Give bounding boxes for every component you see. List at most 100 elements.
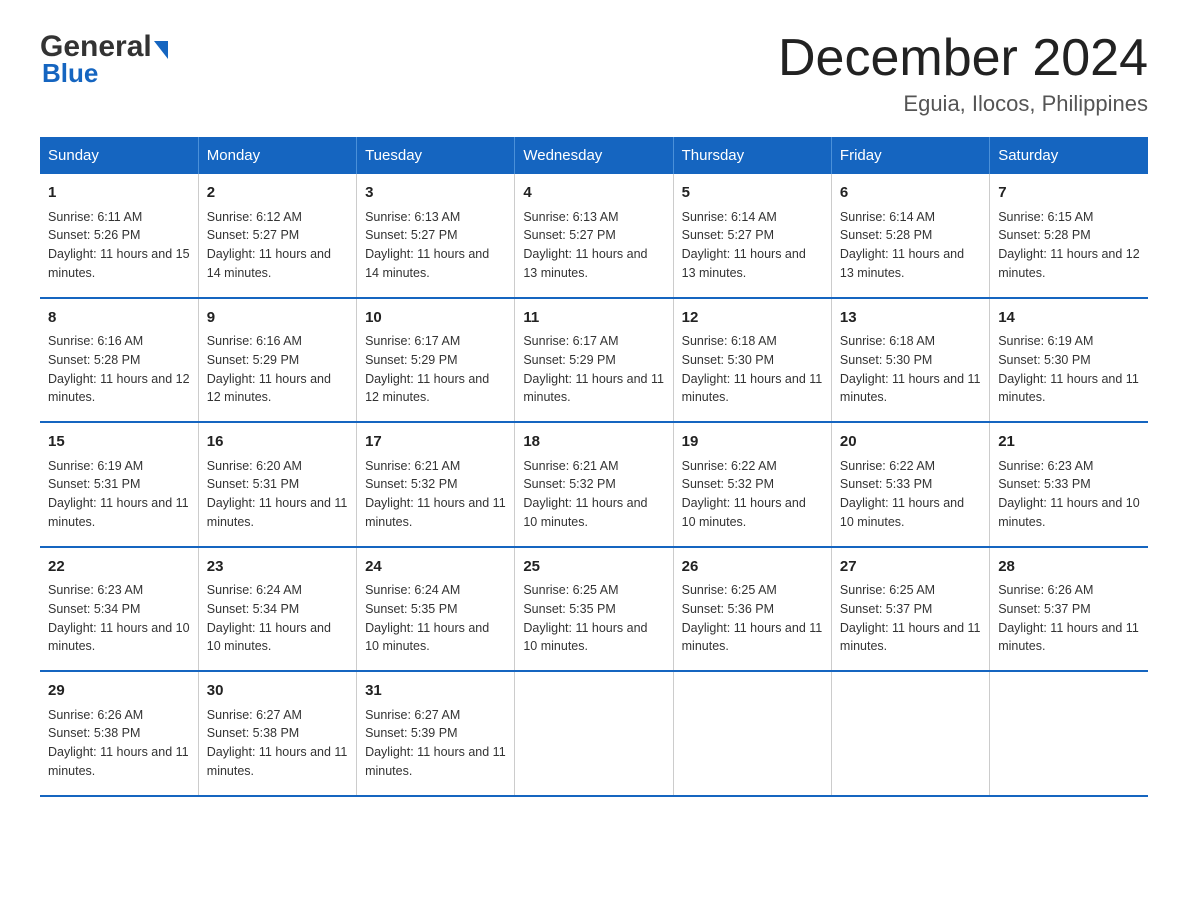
table-row: 15 Sunrise: 6:19 AM Sunset: 5:31 PM Dayl… xyxy=(40,422,198,547)
day-sunrise: Sunrise: 6:11 AM xyxy=(48,210,142,224)
day-daylight: Daylight: 11 hours and 11 minutes. xyxy=(207,496,348,529)
day-sunset: Sunset: 5:29 PM xyxy=(523,353,615,367)
day-sunrise: Sunrise: 6:24 AM xyxy=(207,583,302,597)
day-sunset: Sunset: 5:26 PM xyxy=(48,228,140,242)
table-row: 10 Sunrise: 6:17 AM Sunset: 5:29 PM Dayl… xyxy=(357,298,515,423)
day-sunset: Sunset: 5:35 PM xyxy=(365,602,457,616)
table-row: 29 Sunrise: 6:26 AM Sunset: 5:38 PM Dayl… xyxy=(40,671,198,796)
table-row: 23 Sunrise: 6:24 AM Sunset: 5:34 PM Dayl… xyxy=(198,547,356,672)
table-row: 24 Sunrise: 6:24 AM Sunset: 5:35 PM Dayl… xyxy=(357,547,515,672)
day-number: 29 xyxy=(48,680,190,703)
day-number: 11 xyxy=(523,307,664,330)
day-sunset: Sunset: 5:32 PM xyxy=(523,477,615,491)
day-number: 12 xyxy=(682,307,823,330)
day-sunset: Sunset: 5:37 PM xyxy=(998,602,1090,616)
day-sunrise: Sunrise: 6:18 AM xyxy=(682,334,777,348)
day-sunset: Sunset: 5:27 PM xyxy=(682,228,774,242)
day-daylight: Daylight: 11 hours and 12 minutes. xyxy=(207,372,331,405)
day-number: 14 xyxy=(998,307,1140,330)
day-daylight: Daylight: 11 hours and 14 minutes. xyxy=(207,247,331,280)
col-saturday: Saturday xyxy=(990,137,1148,174)
day-daylight: Daylight: 11 hours and 15 minutes. xyxy=(48,247,190,280)
day-sunset: Sunset: 5:30 PM xyxy=(840,353,932,367)
day-number: 9 xyxy=(207,307,348,330)
day-daylight: Daylight: 11 hours and 10 minutes. xyxy=(682,496,806,529)
logo-blue-text: Blue xyxy=(40,58,98,89)
table-row xyxy=(515,671,673,796)
day-sunset: Sunset: 5:36 PM xyxy=(682,602,774,616)
day-sunset: Sunset: 5:34 PM xyxy=(207,602,299,616)
table-row xyxy=(831,671,989,796)
day-sunrise: Sunrise: 6:13 AM xyxy=(523,210,618,224)
day-number: 30 xyxy=(207,680,348,703)
day-daylight: Daylight: 11 hours and 11 minutes. xyxy=(207,745,348,778)
day-sunrise: Sunrise: 6:14 AM xyxy=(682,210,777,224)
day-number: 18 xyxy=(523,431,664,454)
day-sunrise: Sunrise: 6:27 AM xyxy=(365,708,460,722)
day-sunrise: Sunrise: 6:25 AM xyxy=(523,583,618,597)
day-sunset: Sunset: 5:27 PM xyxy=(365,228,457,242)
day-number: 4 xyxy=(523,182,664,205)
table-row: 11 Sunrise: 6:17 AM Sunset: 5:29 PM Dayl… xyxy=(515,298,673,423)
day-sunrise: Sunrise: 6:22 AM xyxy=(682,459,777,473)
calendar-week-row: 22 Sunrise: 6:23 AM Sunset: 5:34 PM Dayl… xyxy=(40,547,1148,672)
day-daylight: Daylight: 11 hours and 13 minutes. xyxy=(840,247,964,280)
table-row: 16 Sunrise: 6:20 AM Sunset: 5:31 PM Dayl… xyxy=(198,422,356,547)
table-row: 12 Sunrise: 6:18 AM Sunset: 5:30 PM Dayl… xyxy=(673,298,831,423)
day-daylight: Daylight: 11 hours and 10 minutes. xyxy=(840,496,964,529)
day-sunset: Sunset: 5:28 PM xyxy=(998,228,1090,242)
day-sunset: Sunset: 5:37 PM xyxy=(840,602,932,616)
day-daylight: Daylight: 11 hours and 11 minutes. xyxy=(840,372,981,405)
day-sunrise: Sunrise: 6:24 AM xyxy=(365,583,460,597)
day-daylight: Daylight: 11 hours and 11 minutes. xyxy=(365,745,506,778)
col-thursday: Thursday xyxy=(673,137,831,174)
day-sunset: Sunset: 5:39 PM xyxy=(365,726,457,740)
table-row: 22 Sunrise: 6:23 AM Sunset: 5:34 PM Dayl… xyxy=(40,547,198,672)
table-row: 30 Sunrise: 6:27 AM Sunset: 5:38 PM Dayl… xyxy=(198,671,356,796)
day-number: 20 xyxy=(840,431,981,454)
day-daylight: Daylight: 11 hours and 14 minutes. xyxy=(365,247,489,280)
day-sunset: Sunset: 5:38 PM xyxy=(48,726,140,740)
day-sunset: Sunset: 5:32 PM xyxy=(365,477,457,491)
day-sunrise: Sunrise: 6:26 AM xyxy=(48,708,143,722)
location-subtitle: Eguia, Ilocos, Philippines xyxy=(778,91,1148,117)
table-row: 17 Sunrise: 6:21 AM Sunset: 5:32 PM Dayl… xyxy=(357,422,515,547)
day-daylight: Daylight: 11 hours and 10 minutes. xyxy=(365,621,489,654)
day-sunset: Sunset: 5:27 PM xyxy=(523,228,615,242)
table-row: 31 Sunrise: 6:27 AM Sunset: 5:39 PM Dayl… xyxy=(357,671,515,796)
day-daylight: Daylight: 11 hours and 10 minutes. xyxy=(48,621,190,654)
day-daylight: Daylight: 11 hours and 12 minutes. xyxy=(998,247,1140,280)
day-number: 23 xyxy=(207,556,348,579)
table-row: 1 Sunrise: 6:11 AM Sunset: 5:26 PM Dayli… xyxy=(40,174,198,298)
day-number: 22 xyxy=(48,556,190,579)
table-row: 25 Sunrise: 6:25 AM Sunset: 5:35 PM Dayl… xyxy=(515,547,673,672)
day-number: 21 xyxy=(998,431,1140,454)
day-number: 17 xyxy=(365,431,506,454)
day-number: 6 xyxy=(840,182,981,205)
table-row: 5 Sunrise: 6:14 AM Sunset: 5:27 PM Dayli… xyxy=(673,174,831,298)
day-sunrise: Sunrise: 6:27 AM xyxy=(207,708,302,722)
day-sunset: Sunset: 5:28 PM xyxy=(840,228,932,242)
table-row: 9 Sunrise: 6:16 AM Sunset: 5:29 PM Dayli… xyxy=(198,298,356,423)
table-row: 7 Sunrise: 6:15 AM Sunset: 5:28 PM Dayli… xyxy=(990,174,1148,298)
col-monday: Monday xyxy=(198,137,356,174)
table-row: 2 Sunrise: 6:12 AM Sunset: 5:27 PM Dayli… xyxy=(198,174,356,298)
day-daylight: Daylight: 11 hours and 12 minutes. xyxy=(365,372,489,405)
col-friday: Friday xyxy=(831,137,989,174)
day-sunset: Sunset: 5:30 PM xyxy=(682,353,774,367)
col-sunday: Sunday xyxy=(40,137,198,174)
day-number: 5 xyxy=(682,182,823,205)
day-sunrise: Sunrise: 6:25 AM xyxy=(682,583,777,597)
title-block: December 2024 Eguia, Ilocos, Philippines xyxy=(778,30,1148,117)
day-sunrise: Sunrise: 6:18 AM xyxy=(840,334,935,348)
day-sunrise: Sunrise: 6:14 AM xyxy=(840,210,935,224)
day-number: 10 xyxy=(365,307,506,330)
day-sunrise: Sunrise: 6:17 AM xyxy=(365,334,460,348)
day-number: 16 xyxy=(207,431,348,454)
day-daylight: Daylight: 11 hours and 12 minutes. xyxy=(48,372,190,405)
col-tuesday: Tuesday xyxy=(357,137,515,174)
day-number: 8 xyxy=(48,307,190,330)
day-daylight: Daylight: 11 hours and 13 minutes. xyxy=(682,247,806,280)
month-title: December 2024 xyxy=(778,30,1148,87)
day-number: 28 xyxy=(998,556,1140,579)
